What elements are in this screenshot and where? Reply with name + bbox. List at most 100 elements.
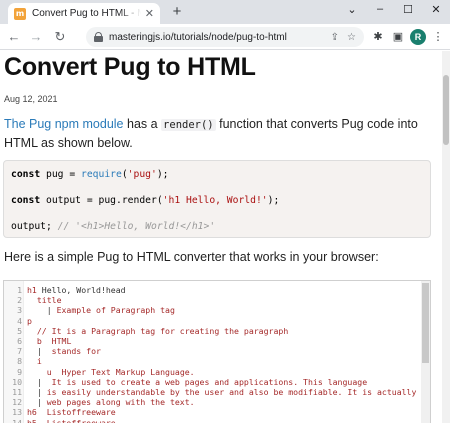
- share-icon[interactable]: ⇪: [331, 32, 339, 43]
- toolbar: ← → ↻ masteringjs.io/tutorials/node/pug-…: [0, 24, 450, 50]
- line-text: i: [27, 356, 42, 366]
- line-number: 7: [17, 346, 22, 357]
- editor-line[interactable]: 3 | Example of Paragraph tag: [4, 305, 430, 315]
- pug-code-editor[interactable]: 1 h1 Hello, World!head 2 title 3 | Example …: [3, 280, 431, 423]
- editor-line[interactable]: 1 h1 Hello, World!head: [4, 285, 430, 295]
- close-window-button[interactable]: ✕: [422, 0, 450, 18]
- line-text: // It is a Paragraph tag for creating th…: [27, 326, 288, 336]
- page-scroll-thumb[interactable]: [443, 75, 449, 145]
- site-favicon-icon: m: [14, 7, 26, 20]
- menu-kebab-icon[interactable]: ⋮: [430, 29, 446, 45]
- code-line: output; // '<h1>Hello, World!</h1>': [11, 221, 215, 232]
- code-token: p: [27, 315, 32, 326]
- editor-line[interactable]: 9 u Hyper Text Markup Language.: [4, 367, 430, 377]
- editor-line[interactable]: 14 h5 Listoffreeware: [4, 418, 430, 423]
- lock-icon[interactable]: [94, 32, 103, 42]
- code-token: 'h1 Hello, World!': [162, 195, 268, 206]
- intro-paragraph: The Pug npm module has a render() functi…: [4, 115, 434, 152]
- code-token: Listoffreeware: [46, 407, 116, 418]
- bookmark-star-icon[interactable]: ☆: [347, 32, 356, 43]
- line-text: h5 Listoffreeware: [27, 418, 116, 423]
- editor-scrollbar[interactable]: [421, 281, 430, 423]
- code-token: const: [11, 195, 41, 206]
- editor-line[interactable]: 2 title: [4, 295, 430, 305]
- side-panel-icon[interactable]: ▣: [390, 29, 406, 45]
- line-number: 8: [17, 356, 22, 367]
- page-title: Convert Pug to HTML: [4, 53, 256, 81]
- editor-line[interactable]: 10 | It is used to create a web pages an…: [4, 377, 430, 387]
- line-text: h6 Listoffreeware: [27, 407, 116, 417]
- code-token: |: [27, 387, 47, 397]
- code-token: const: [11, 169, 41, 180]
- code-token: h6: [27, 407, 37, 418]
- editor-line[interactable]: 12 | web pages along with the text.: [4, 397, 430, 407]
- editor-line[interactable]: 11 | is easily understandable by the use…: [4, 387, 430, 397]
- line-number: 9: [17, 366, 22, 377]
- forward-button[interactable]: →: [28, 29, 44, 45]
- code-token: // '<h1>Hello, World!</h1>': [57, 221, 216, 232]
- editor-line[interactable]: 7 | stands for: [4, 346, 430, 356]
- tab-title: Convert Pug to HTML - Mastering: [32, 8, 141, 19]
- editor-line[interactable]: 6 b HTML: [4, 336, 430, 346]
- code-token: h5: [27, 417, 37, 423]
- code-token: HTML: [51, 336, 72, 346]
- tab-active[interactable]: m Convert Pug to HTML - Mastering ✕: [8, 3, 160, 24]
- profile-avatar[interactable]: R: [410, 29, 426, 45]
- back-button[interactable]: ←: [6, 29, 22, 45]
- code-token: stands for: [51, 346, 101, 357]
- code-token: Hyper Text Markup Language.: [61, 366, 195, 377]
- line-text: | web pages along with the text.: [27, 397, 195, 407]
- editor-line[interactable]: 4p: [4, 316, 430, 326]
- line-number: 6: [17, 336, 22, 346]
- converter-intro: Here is a simple Pug to HTML converter t…: [4, 250, 379, 264]
- line-number: 14: [12, 417, 22, 423]
- code-token: web pages along with the text.: [46, 397, 195, 408]
- code-token: );: [267, 195, 280, 206]
- tab-search-icon[interactable]: ⌄: [338, 0, 366, 18]
- code-token: |: [27, 346, 52, 357]
- line-text: title: [27, 295, 62, 305]
- maximize-button[interactable]: ☐: [394, 0, 422, 18]
- minimize-button[interactable]: –: [366, 0, 394, 18]
- new-tab-button[interactable]: +: [168, 3, 186, 21]
- page-content: Convert Pug to HTML Aug 12, 2021 The Pug…: [0, 51, 442, 423]
- line-number: 13: [12, 407, 22, 418]
- line-text: u Hyper Text Markup Language.: [27, 367, 195, 377]
- line-number: 2: [17, 295, 22, 306]
- code-token: It is used to create a web pages and app…: [51, 376, 368, 387]
- line-text: | It is used to create a web pages and a…: [27, 377, 367, 387]
- editor-line[interactable]: 13 h6 Listoffreeware: [4, 407, 430, 417]
- line-number: 12: [12, 397, 22, 408]
- reload-button[interactable]: ↻: [52, 29, 68, 45]
- code-token: is easily understandable by the user and…: [46, 387, 417, 397]
- window-controls: ⌄ – ☐ ✕: [338, 0, 450, 24]
- editor-line[interactable]: 5 // It is a Paragraph tag for creating …: [4, 326, 430, 336]
- tab-strip: m Convert Pug to HTML - Mastering ✕ + ⌄ …: [0, 0, 450, 24]
- editor-scroll-thumb[interactable]: [422, 283, 429, 363]
- line-text: b HTML: [27, 336, 72, 346]
- code-token: );: [156, 169, 169, 180]
- url-text[interactable]: masteringjs.io/tutorials/node/pug-to-htm…: [109, 32, 323, 43]
- code-token: output = pug.render(: [40, 195, 163, 206]
- line-text: | Example of Paragraph tag: [27, 305, 175, 315]
- code-token: i: [36, 356, 42, 367]
- code-token: |: [27, 397, 47, 408]
- code-token: require: [81, 169, 122, 180]
- page-scrollbar[interactable]: [442, 51, 450, 423]
- extensions-icon[interactable]: ✱: [370, 29, 386, 45]
- editor-line[interactable]: 8 i: [4, 356, 430, 366]
- line-text: | is easily understandable by the user a…: [27, 387, 417, 397]
- line-text: p: [27, 316, 32, 326]
- address-bar[interactable]: masteringjs.io/tutorials/node/pug-to-htm…: [86, 27, 364, 47]
- tab-close-icon[interactable]: ✕: [145, 7, 154, 20]
- pug-npm-link[interactable]: The Pug npm module: [4, 117, 124, 131]
- publish-date: Aug 12, 2021: [4, 94, 58, 104]
- code-line: const output = pug.render('h1 Hello, Wor…: [11, 195, 279, 206]
